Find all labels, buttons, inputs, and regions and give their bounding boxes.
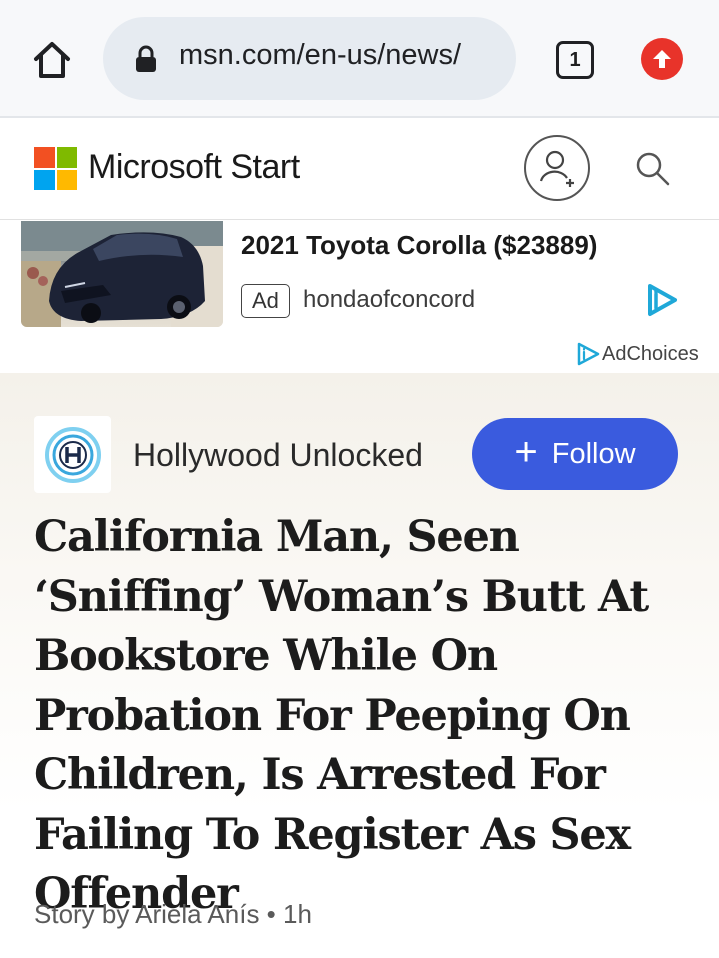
- follow-label: Follow: [551, 437, 636, 470]
- hollywood-unlocked-logo-icon: [44, 426, 101, 483]
- publisher-name[interactable]: Hollywood Unlocked: [133, 437, 423, 474]
- article-headline: California Man, Seen ‘Sniffing’ Woman’s …: [34, 512, 649, 919]
- update-button[interactable]: [641, 38, 683, 80]
- ad-play-icon[interactable]: [643, 282, 679, 318]
- article-byline: Story by Ariela Anís • 1h: [34, 899, 312, 929]
- home-icon: [34, 42, 70, 78]
- adchoices-icon: [577, 342, 600, 366]
- follow-button[interactable]: + Follow: [472, 418, 678, 490]
- ad-title[interactable]: 2021 Toyota Corolla ($23889): [241, 230, 597, 261]
- tab-switcher-button[interactable]: 1: [556, 41, 594, 79]
- sign-in-button[interactable]: [524, 135, 590, 201]
- ad-car-image[interactable]: [21, 221, 223, 327]
- search-icon: [636, 152, 670, 186]
- lock-icon: [136, 45, 156, 72]
- site-header: Microsoft Start: [0, 120, 719, 220]
- update-arrow-icon: [653, 50, 671, 68]
- adchoices-label: AdChoices: [602, 342, 699, 365]
- article: Hollywood Unlocked + Follow California M…: [0, 373, 719, 958]
- url-text: msn.com/en-us/news/: [179, 39, 462, 71]
- publisher-logo[interactable]: [34, 416, 111, 493]
- address-bar[interactable]: msn.com/en-us/news/: [103, 17, 516, 100]
- adchoices-link[interactable]: AdChoices: [576, 341, 699, 367]
- plus-icon: +: [514, 430, 538, 474]
- add-account-icon: [539, 150, 574, 187]
- ad-source: hondaofconcord: [303, 286, 476, 313]
- tab-count: 1: [569, 48, 581, 71]
- ad-label-badge: Ad: [241, 284, 290, 318]
- brand-name[interactable]: Microsoft Start: [88, 148, 300, 187]
- microsoft-logo-icon[interactable]: [34, 147, 77, 190]
- sponsored-ad[interactable]: 2021 Toyota Corolla ($23889) Ad hondaofc…: [0, 221, 719, 373]
- browser-toolbar: msn.com/en-us/news/ 1: [0, 0, 719, 118]
- search-button[interactable]: [634, 150, 672, 188]
- home-button[interactable]: [30, 38, 74, 82]
